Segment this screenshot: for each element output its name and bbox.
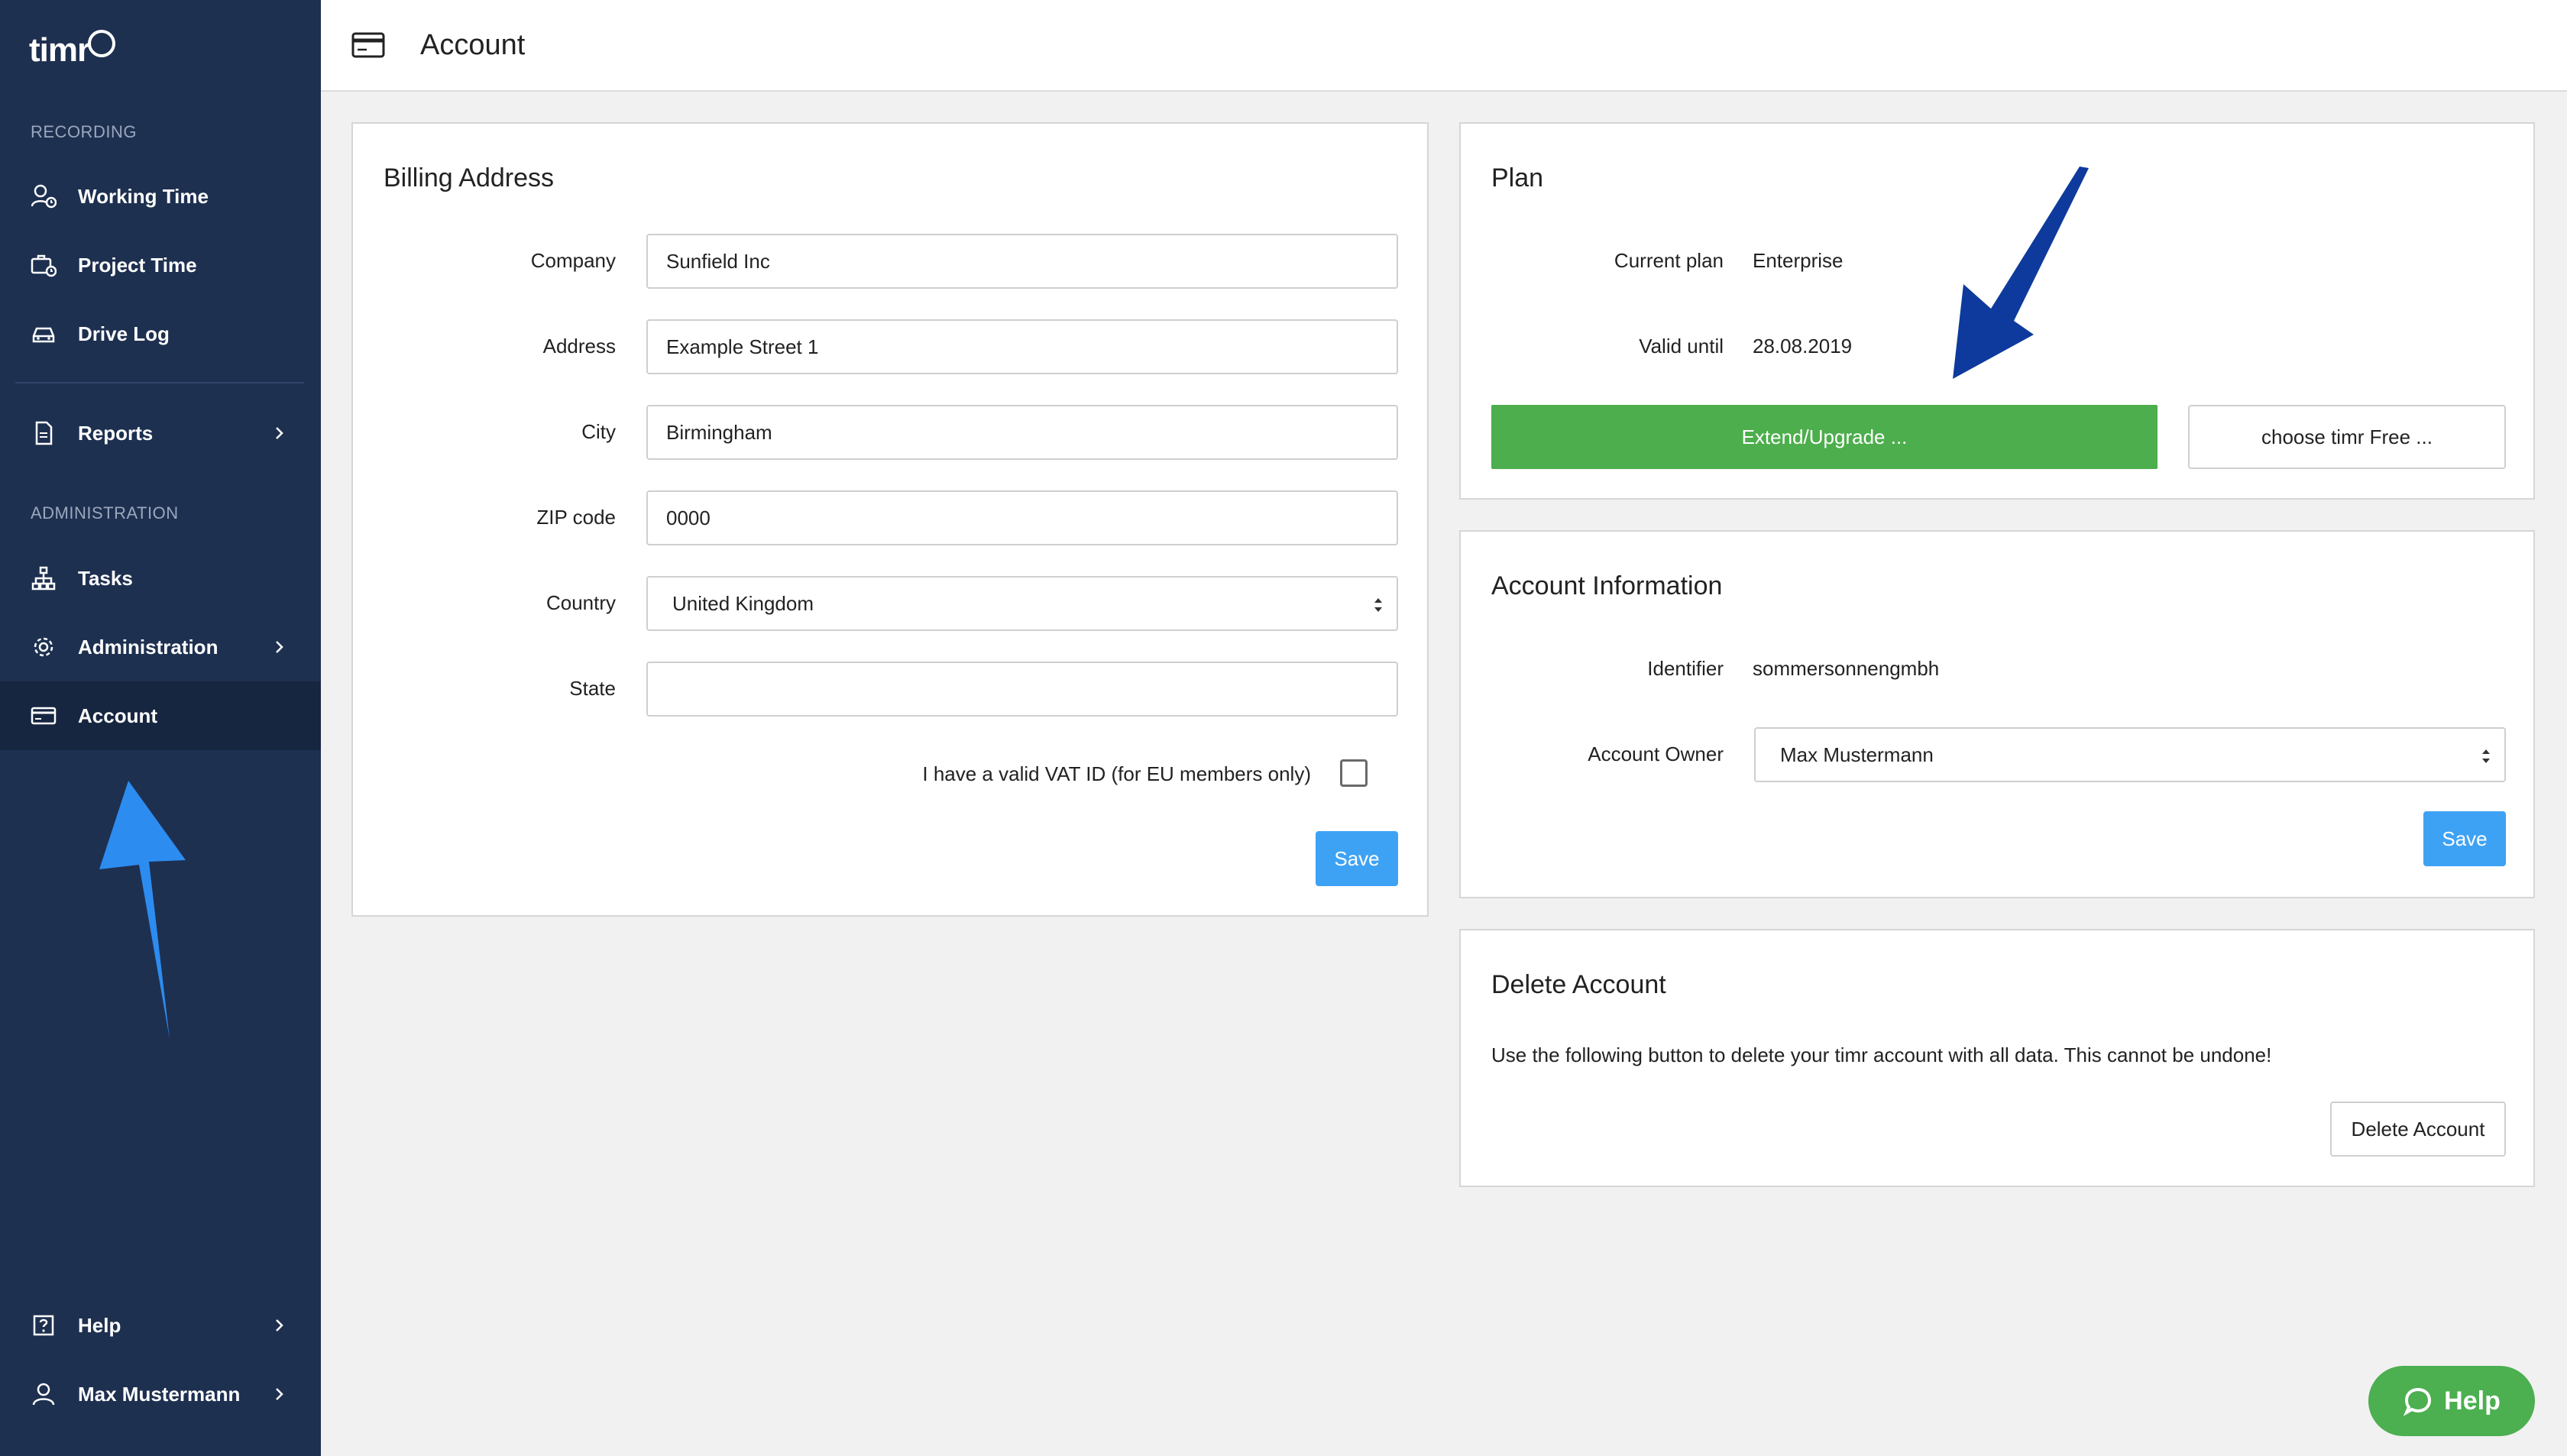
sidebar-item-project-time[interactable]: Project Time: [0, 231, 321, 299]
sidebar-item-user[interactable]: Max Mustermann: [0, 1360, 321, 1428]
country-select-value: United Kingdom: [672, 591, 814, 615]
sidebar-item-help[interactable]: Help: [0, 1291, 321, 1360]
sidebar-item-label: Help: [78, 1313, 121, 1337]
sidebar-item-reports[interactable]: Reports: [0, 399, 321, 468]
chat-bubble-icon: [2403, 1386, 2433, 1416]
sidebar: timr RECORDING Working Time Project Time…: [0, 0, 321, 1456]
address-label: Address: [542, 335, 616, 358]
valid-until-value: 28.08.2019: [1753, 335, 1853, 358]
sidebar-item-label: Max Mustermann: [78, 1382, 241, 1406]
sidebar-item-tasks[interactable]: Tasks: [0, 544, 321, 613]
chevron-right-icon: [267, 1314, 290, 1337]
state-label: State: [569, 677, 616, 700]
sidebar-item-drive-log[interactable]: Drive Log: [0, 299, 321, 368]
card-title: Plan: [1491, 163, 1544, 193]
state-input[interactable]: [646, 662, 1398, 717]
vat-id-checkbox[interactable]: [1340, 759, 1368, 787]
valid-until-label: Valid until: [1639, 335, 1724, 358]
account-owner-label: Account Owner: [1588, 743, 1724, 765]
account-information-card: Account Information Identifier sommerson…: [1459, 530, 2535, 898]
sidebar-item-label: Account: [78, 704, 157, 727]
sidebar-item-label: Reports: [78, 421, 154, 445]
sidebar-item-working-time[interactable]: Working Time: [0, 162, 321, 231]
gear-icon: [31, 634, 57, 660]
vat-id-label: I have a valid VAT ID (for EU members on…: [922, 762, 1311, 785]
page-header: Account: [321, 0, 2567, 92]
zip-code-input[interactable]: 0000: [646, 490, 1398, 545]
country-select[interactable]: United Kingdom: [646, 576, 1398, 631]
extend-upgrade-button[interactable]: Extend/Upgrade ...: [1491, 405, 2158, 469]
user-icon: [31, 1381, 57, 1407]
section-label-administration: ADMINISTRATION: [31, 503, 179, 523]
document-icon: [31, 420, 57, 446]
chevron-right-icon: [267, 1383, 290, 1406]
card-title: Account Information: [1491, 571, 1723, 600]
delete-account-button[interactable]: Delete Account: [2330, 1102, 2506, 1157]
logo-text: timr: [29, 31, 90, 69]
question-icon: [31, 1312, 57, 1338]
sidebar-item-administration[interactable]: Administration: [0, 613, 321, 681]
company-input[interactable]: Sunfield Inc: [646, 234, 1398, 289]
account-owner-select[interactable]: Max Mustermann: [1754, 727, 2506, 782]
account-owner-select-value: Max Mustermann: [1780, 743, 1934, 766]
help-chat-label: Help: [2444, 1386, 2501, 1416]
city-label: City: [581, 420, 616, 443]
sidebar-item-label: Project Time: [78, 253, 197, 277]
identifier-label: Identifier: [1647, 657, 1724, 680]
current-plan-label: Current plan: [1614, 249, 1724, 272]
country-label: Country: [545, 591, 616, 614]
zip-code-label: ZIP code: [536, 506, 616, 529]
billing-address-card: Billing Address Company Sunfield Inc Add…: [351, 122, 1429, 917]
company-label: Company: [530, 249, 616, 272]
credit-card-icon: [31, 703, 57, 729]
account-info-save-button[interactable]: Save: [2423, 811, 2506, 866]
help-chat-button[interactable]: Help: [2368, 1366, 2535, 1436]
sidebar-item-account[interactable]: Account: [0, 681, 321, 750]
city-input[interactable]: Birmingham: [646, 405, 1398, 460]
sidebar-item-label: Tasks: [78, 566, 133, 590]
sidebar-item-label: Administration: [78, 635, 219, 658]
identifier-value: sommersonnengmbh: [1753, 657, 1940, 680]
card-title: Delete Account: [1491, 970, 1666, 999]
choose-timr-free-button[interactable]: choose timr Free ...: [2188, 405, 2506, 469]
card-title: Billing Address: [384, 163, 555, 193]
sidebar-item-label: Drive Log: [78, 322, 170, 345]
timr-logo[interactable]: timr: [29, 28, 116, 73]
chevron-right-icon: [267, 422, 290, 445]
plan-card: Plan Current plan Enterprise Valid until…: [1459, 122, 2535, 500]
delete-account-card: Delete Account Use the following button …: [1459, 929, 2535, 1187]
address-input[interactable]: Example Street 1: [646, 319, 1398, 374]
logo-ring-icon: [88, 30, 116, 57]
car-icon: [31, 321, 57, 347]
select-arrows-icon: [2478, 744, 2494, 768]
user-clock-icon: [31, 183, 57, 209]
delete-account-description: Use the following button to delete your …: [1491, 1043, 2272, 1066]
sidebar-item-label: Working Time: [78, 184, 209, 208]
section-label-recording: RECORDING: [31, 122, 137, 141]
page-title: Account: [420, 28, 526, 61]
hierarchy-icon: [31, 565, 57, 591]
briefcase-clock-icon: [31, 252, 57, 278]
current-plan-value: Enterprise: [1753, 249, 1844, 272]
select-arrows-icon: [1371, 593, 1386, 617]
chevron-right-icon: [267, 636, 290, 658]
credit-card-icon: [351, 30, 388, 60]
billing-save-button[interactable]: Save: [1316, 831, 1398, 886]
sidebar-divider: [15, 382, 304, 383]
